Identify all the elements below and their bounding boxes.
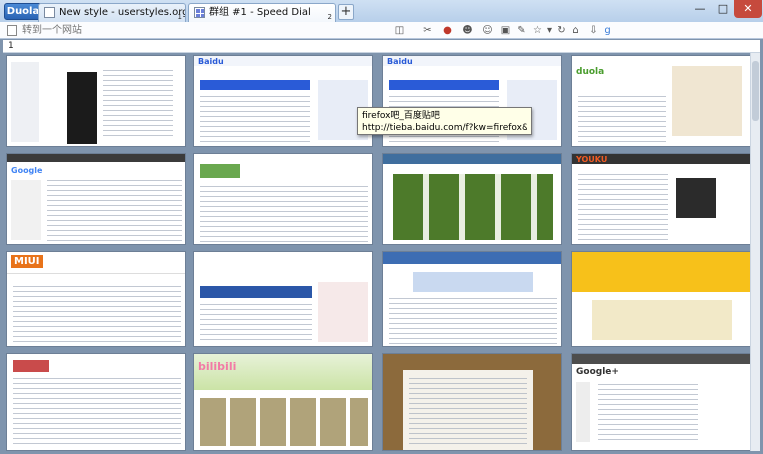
page-image: [67, 72, 97, 144]
page-logo-block: [13, 360, 49, 372]
app-menu-button[interactable]: Duola: [4, 3, 42, 20]
tab-number: 1: [177, 13, 182, 21]
speed-dial-thumbnail[interactable]: [571, 251, 751, 347]
page-nav: [389, 80, 499, 90]
speed-dial-thumbnail[interactable]: Google+: [571, 353, 751, 451]
page-header: [383, 252, 561, 264]
speed-dial-thumbnail[interactable]: bilibili: [193, 353, 373, 451]
site-logo: YOUKU: [576, 155, 608, 164]
site-logo: Baidu: [198, 57, 224, 66]
site-logo: duola: [576, 67, 605, 77]
search-engine-icon[interactable]: g: [601, 24, 614, 37]
bookmark-icon[interactable]: ✎: [515, 24, 528, 37]
speed-dial-thumbnail[interactable]: [6, 55, 186, 147]
page-nav: [200, 80, 310, 90]
page-favicon-icon: [44, 7, 55, 18]
page-header: [572, 354, 750, 364]
speed-dial-thumbnail[interactable]: MIUI: [6, 251, 186, 347]
tooltip-title: firefox吧_百度贴吧: [362, 111, 440, 121]
speed-dial-thumbnail[interactable]: [6, 353, 186, 451]
page-text: [47, 180, 182, 242]
site-logo: Google: [11, 166, 43, 175]
new-tab-button[interactable]: +: [338, 4, 354, 20]
tab-label: 群组 #1 - Speed Dial: [209, 7, 311, 18]
page-text: [13, 286, 181, 344]
site-logo: bilibili: [198, 360, 237, 373]
reload-icon[interactable]: ↻: [555, 24, 568, 37]
vertical-scrollbar[interactable]: [750, 53, 760, 451]
speed-dial-favicon-icon: [194, 7, 205, 18]
tab-userstyles[interactable]: New style - userstyles.org 1: [38, 3, 186, 22]
speed-dial-thumbnail[interactable]: [382, 153, 562, 245]
page-image: [672, 66, 742, 136]
page-image: [592, 300, 732, 340]
page-text: [598, 384, 698, 444]
thumbnail-tooltip: firefox吧_百度贴吧 http://tieba.baidu.com/f?k…: [357, 107, 532, 135]
page-text: [578, 174, 668, 242]
page-text: [103, 70, 173, 140]
page-image-grid: [393, 174, 553, 240]
title-bar: Duola New style - userstyles.org 1 群组 #1…: [0, 0, 763, 22]
page-nav: [200, 286, 312, 298]
tab-label: New style - userstyles.org: [59, 7, 186, 18]
page-text: [409, 378, 527, 444]
tab-speed-dial[interactable]: 群组 #1 - Speed Dial 2: [188, 3, 336, 22]
page-header: [7, 154, 185, 162]
site-logo: Baidu: [387, 57, 413, 66]
feed-icon[interactable]: ◫: [393, 24, 406, 37]
speed-dial-thumbnail[interactable]: [193, 153, 373, 245]
home-icon[interactable]: ⌂: [569, 24, 582, 37]
page-banner: [572, 252, 750, 292]
page-text: [200, 304, 312, 344]
page-sidebar: [576, 382, 590, 442]
page-text: [389, 298, 557, 344]
page-sidebar: [11, 62, 39, 142]
page-image-grid: [200, 398, 368, 446]
minimize-button[interactable]: —: [688, 0, 712, 18]
speed-dial-thumbnail[interactable]: Baidu: [193, 55, 373, 147]
speed-dial-thumbnail[interactable]: [382, 251, 562, 347]
addon-icon[interactable]: ☻: [461, 24, 474, 37]
adblock-icon[interactable]: ●: [441, 24, 454, 37]
page-logo-block: [200, 164, 240, 178]
page-text: [578, 96, 666, 142]
page-icon: [7, 25, 17, 36]
speed-dial-thumbnail[interactable]: [193, 251, 373, 347]
page-text: [200, 186, 368, 242]
page-sidebar: [11, 180, 41, 240]
site-logo: MIUI: [11, 255, 43, 268]
scrollbar-thumb[interactable]: [752, 61, 759, 121]
page-text: [200, 96, 310, 144]
speed-dial-thumbnail[interactable]: YOUKU: [571, 153, 751, 245]
screenshot-icon[interactable]: ▣: [499, 24, 512, 37]
address-input[interactable]: [22, 23, 362, 38]
tooltip-url: http://tieba.baidu.com/f?kw=firefox&fr=i…: [362, 123, 527, 133]
addon2-icon[interactable]: ☺: [481, 24, 494, 37]
speed-dial-thumbnail[interactable]: [382, 353, 562, 451]
page-text: [13, 378, 181, 448]
group-label: 1: [3, 40, 760, 53]
navigation-toolbar: ◫ ✂ ● ☻ ☺ ▣ ✎ ☆ ▾ ↻ ⌂ ⇩ g: [0, 22, 763, 39]
downloads-icon[interactable]: ⇩: [587, 24, 600, 37]
speed-dial-thumbnail[interactable]: Google: [6, 153, 186, 245]
tab-number: 2: [327, 13, 332, 21]
page-banner: [413, 272, 533, 292]
page-image: [676, 178, 716, 218]
close-button[interactable]: ✕: [734, 0, 762, 18]
page-panel: [318, 282, 368, 342]
maximize-button[interactable]: □: [712, 0, 734, 18]
site-logo: Google+: [576, 367, 619, 377]
cut-icon[interactable]: ✂: [421, 24, 434, 37]
speed-dial-thumbnail[interactable]: duola: [571, 55, 751, 147]
page-header: [383, 154, 561, 164]
